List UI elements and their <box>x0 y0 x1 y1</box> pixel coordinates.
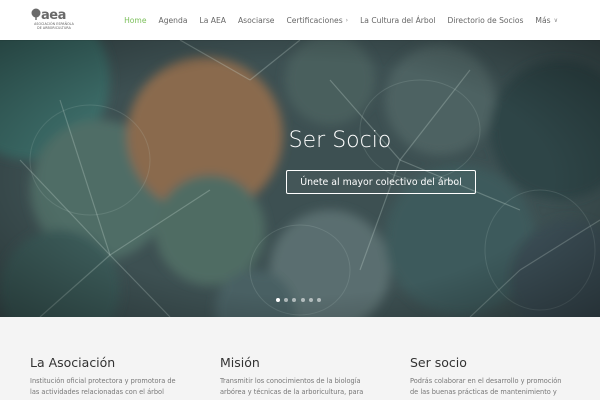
slider-dot[interactable] <box>308 298 313 302</box>
nav-la-aea[interactable]: La AEA <box>199 16 226 25</box>
main-nav: Home Agenda La AEA Asociarse Certificaci… <box>112 0 558 40</box>
mision-column: Misión Transmitir los conocimientos de l… <box>220 355 390 397</box>
nav-mas[interactable]: Más ∨ <box>535 16 558 25</box>
slider-dot[interactable] <box>284 298 289 302</box>
chevron-right-icon: › <box>345 16 349 24</box>
nav-home[interactable]: Home <box>124 16 146 25</box>
logo-line-2: DE ARBORICULTURA <box>37 26 71 30</box>
ser-socio-column: Ser socio Podrás colaborar en el desarro… <box>410 355 580 397</box>
column-title: La Asociación <box>30 355 116 370</box>
slider-dot[interactable] <box>276 298 280 302</box>
column-title: Misión <box>220 355 260 370</box>
hero-slider[interactable]: Ser Socio Únete al mayor colectivo del á… <box>0 40 600 317</box>
nav-asociarse[interactable]: Asociarse <box>238 16 275 25</box>
site-logo[interactable]: aea ASOCIACIÓN ESPAÑOLA DE ARBORICULTURA <box>30 7 78 33</box>
slider-pagination <box>276 298 325 302</box>
nav-cultura-arbol[interactable]: La Cultura del Árbol <box>360 16 435 25</box>
slider-dot[interactable] <box>316 298 321 302</box>
nav-agenda[interactable]: Agenda <box>159 16 188 25</box>
asociacion-column: La Asociación Institución oficial protec… <box>30 355 200 397</box>
site-header: aea ASOCIACIÓN ESPAÑOLA DE ARBORICULTURA… <box>0 0 600 40</box>
column-title: Ser socio <box>410 355 467 370</box>
column-text: Podrás colaborar en el desarrollo y prom… <box>410 377 562 396</box>
nav-certificaciones[interactable]: Certificaciones › <box>286 16 348 25</box>
info-section: La Asociación Institución oficial protec… <box>0 317 600 400</box>
svg-text:aea: aea <box>41 8 66 21</box>
column-text: Institución oficial protectora y promoto… <box>30 377 176 396</box>
chevron-down-icon: ∨ <box>553 16 558 24</box>
slider-dot[interactable] <box>300 298 305 302</box>
nav-directorio-socios[interactable]: Directorio de Socios <box>447 16 523 25</box>
join-button[interactable]: Únete al mayor colectivo del árbol <box>286 170 476 194</box>
hero-title: Ser Socio <box>288 128 392 153</box>
aea-logo-icon: aea <box>31 8 66 21</box>
slider-dot[interactable] <box>292 298 297 302</box>
column-text: Transmitir los conocimientos de la biolo… <box>220 377 364 396</box>
